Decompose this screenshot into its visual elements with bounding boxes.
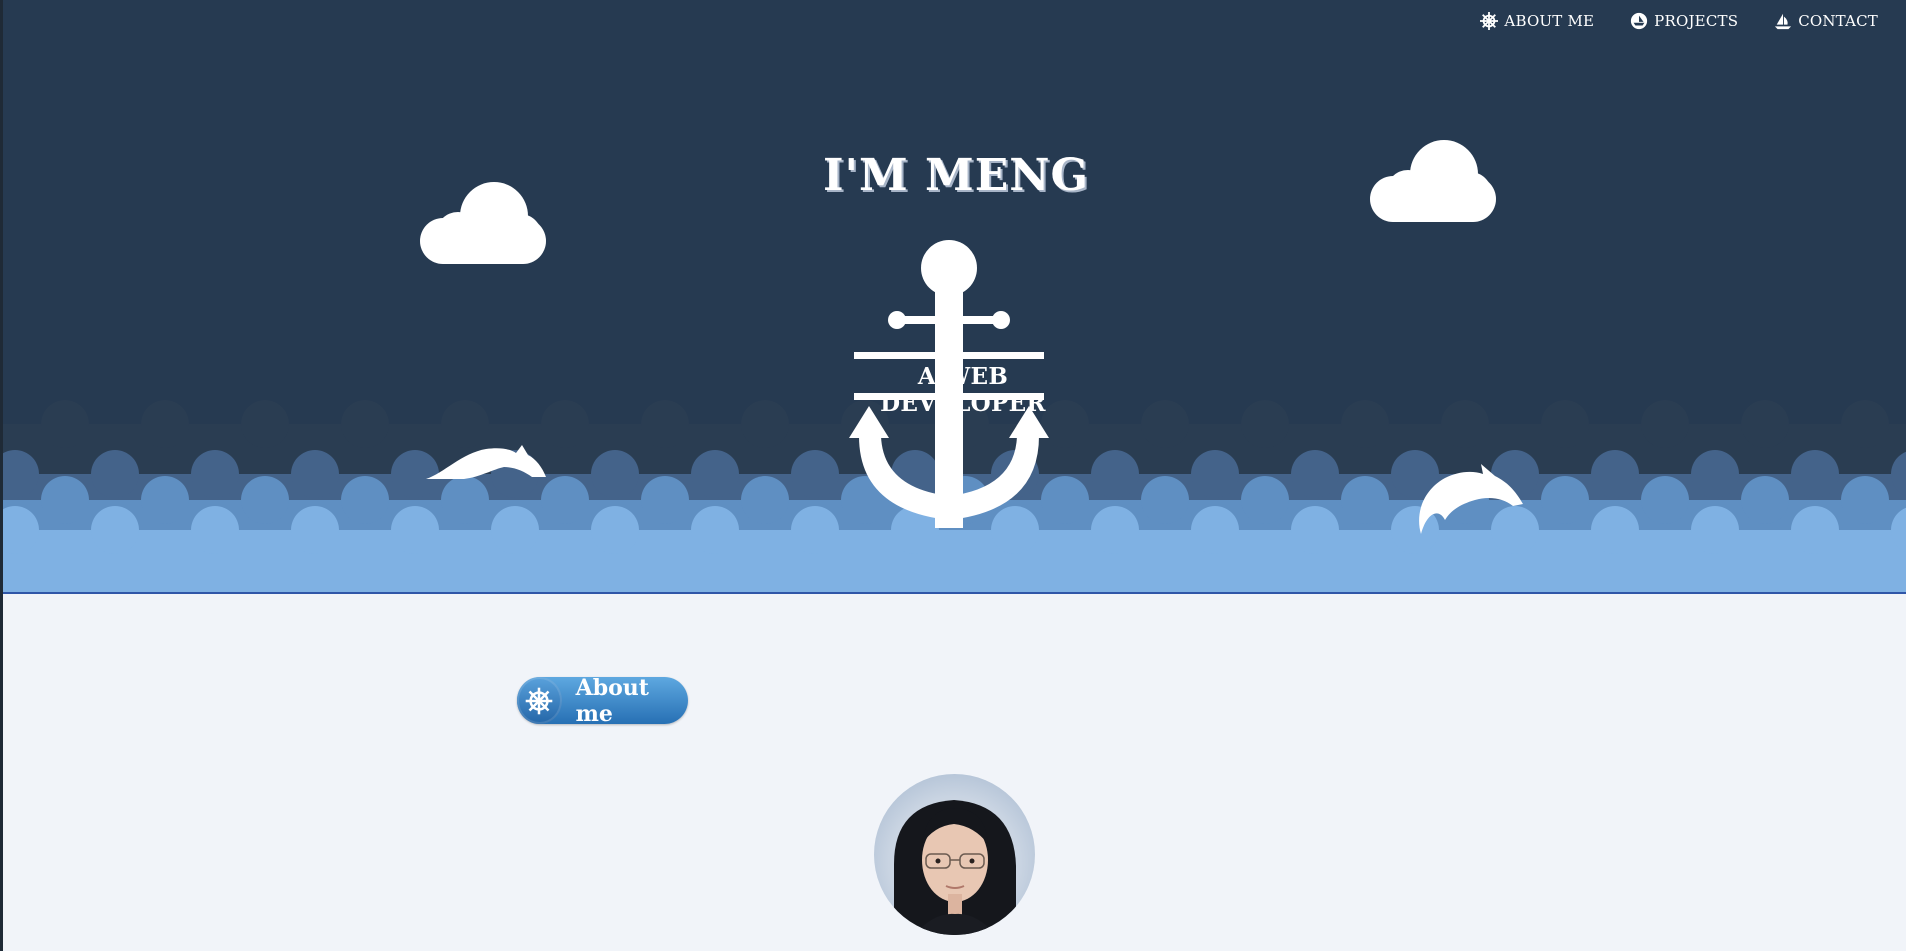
about-me-button[interactable]: About me <box>517 674 688 727</box>
nav-label: About me <box>1504 12 1595 30</box>
nav-item-about[interactable]: About me <box>1480 12 1594 30</box>
nav-label: Contact <box>1798 12 1878 30</box>
dolphin-icon <box>426 445 546 479</box>
hero-divider <box>3 592 1906 594</box>
ship-wheel-icon <box>526 687 553 714</box>
nav-item-projects[interactable]: Projects <box>1630 12 1738 30</box>
ship-wheel-icon <box>1480 12 1499 30</box>
nav-label: Projects <box>1654 12 1739 30</box>
sailboat-icon <box>1775 13 1792 30</box>
profile-photo <box>894 800 1016 935</box>
dolphin-icon <box>1419 464 1523 534</box>
boat-icon <box>1631 12 1648 30</box>
hero-title: I'M MENG <box>822 150 1090 201</box>
hero-banner: A WEB DEVELOPER I'M MENG About me Projec… <box>3 0 1906 594</box>
about-me-label: About me <box>575 674 649 727</box>
hero-subtitle: A WEB DEVELOPER <box>880 363 1046 417</box>
ship-wheel-badge <box>517 677 562 724</box>
top-nav: About me Projects Contact <box>1480 12 1878 30</box>
nav-item-contact[interactable]: Contact <box>1774 12 1878 30</box>
avatar <box>874 774 1035 935</box>
